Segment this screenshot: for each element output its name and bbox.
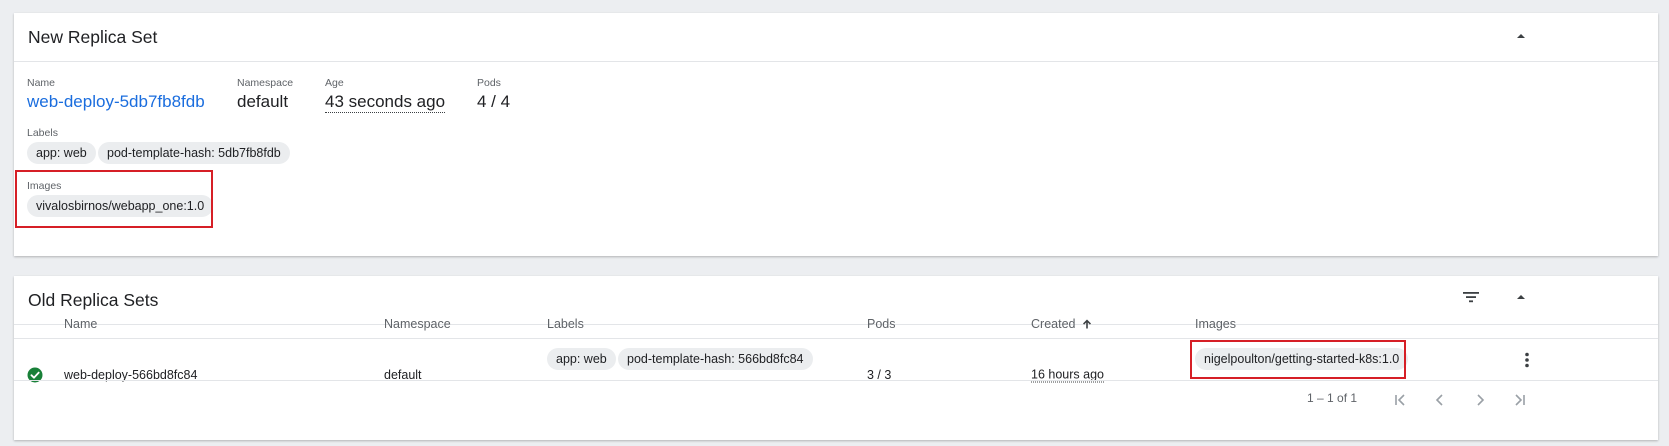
images-label: Images — [27, 180, 62, 192]
image-chip: vivalosbirnos/webapp_one:1.0 — [27, 195, 214, 217]
chevron-up-icon[interactable] — [1506, 282, 1536, 312]
column-header-namespace[interactable]: Namespace — [384, 317, 451, 331]
image-chip: nigelpoulton/getting-started-k8s:1.0 — [1195, 348, 1409, 370]
old-replica-sets-card: Old Replica Sets Name Namespace Labels P… — [14, 276, 1658, 440]
pods-value: 4 / 4 — [477, 92, 511, 111]
last-page-icon[interactable] — [1506, 386, 1534, 414]
age-value: 43 seconds ago — [325, 92, 446, 113]
pagination-range: 1 – 1 of 1 — [1307, 391, 1358, 405]
column-header-name[interactable]: Name — [64, 317, 97, 331]
more-vert-icon[interactable] — [1512, 345, 1542, 375]
name-label: Name — [27, 77, 56, 89]
namespace-value: default — [237, 92, 289, 111]
check-circle-icon — [27, 367, 43, 388]
card-title: Old Replica Sets — [28, 290, 159, 310]
label-chip: pod-template-hash: 5db7fb8fdb — [98, 142, 290, 164]
column-header-images[interactable]: Images — [1195, 317, 1236, 331]
chevron-up-icon[interactable] — [1506, 21, 1536, 51]
label-chip: app: web — [547, 348, 616, 370]
arrow-up-icon — [1081, 318, 1093, 330]
pods-label: Pods — [477, 77, 501, 89]
namespace-label: Namespace — [237, 77, 294, 89]
replica-set-name-link[interactable]: web-deploy-5db7fb8fdb — [27, 92, 205, 112]
first-page-icon[interactable] — [1386, 386, 1414, 414]
column-header-labels[interactable]: Labels — [547, 317, 584, 331]
label-chip: app: web — [27, 142, 96, 164]
card-title: New Replica Set — [28, 27, 158, 47]
column-header-pods[interactable]: Pods — [867, 317, 896, 331]
label-chip: pod-template-hash: 566bd8fc84 — [618, 348, 813, 370]
divider — [14, 338, 1658, 339]
labels-label: Labels — [27, 127, 58, 139]
column-header-created[interactable]: Created — [1031, 317, 1093, 331]
filter-icon[interactable] — [1456, 282, 1486, 312]
card-header: New Replica Set — [14, 13, 1658, 62]
chevron-left-icon[interactable] — [1426, 386, 1454, 414]
age-label: Age — [325, 77, 344, 89]
new-replica-set-card: New Replica Set Name web-deploy-5db7fb8f… — [14, 13, 1658, 256]
chevron-right-icon[interactable] — [1466, 386, 1494, 414]
card-header: Old Replica Sets — [14, 276, 1658, 325]
divider — [14, 380, 1658, 381]
